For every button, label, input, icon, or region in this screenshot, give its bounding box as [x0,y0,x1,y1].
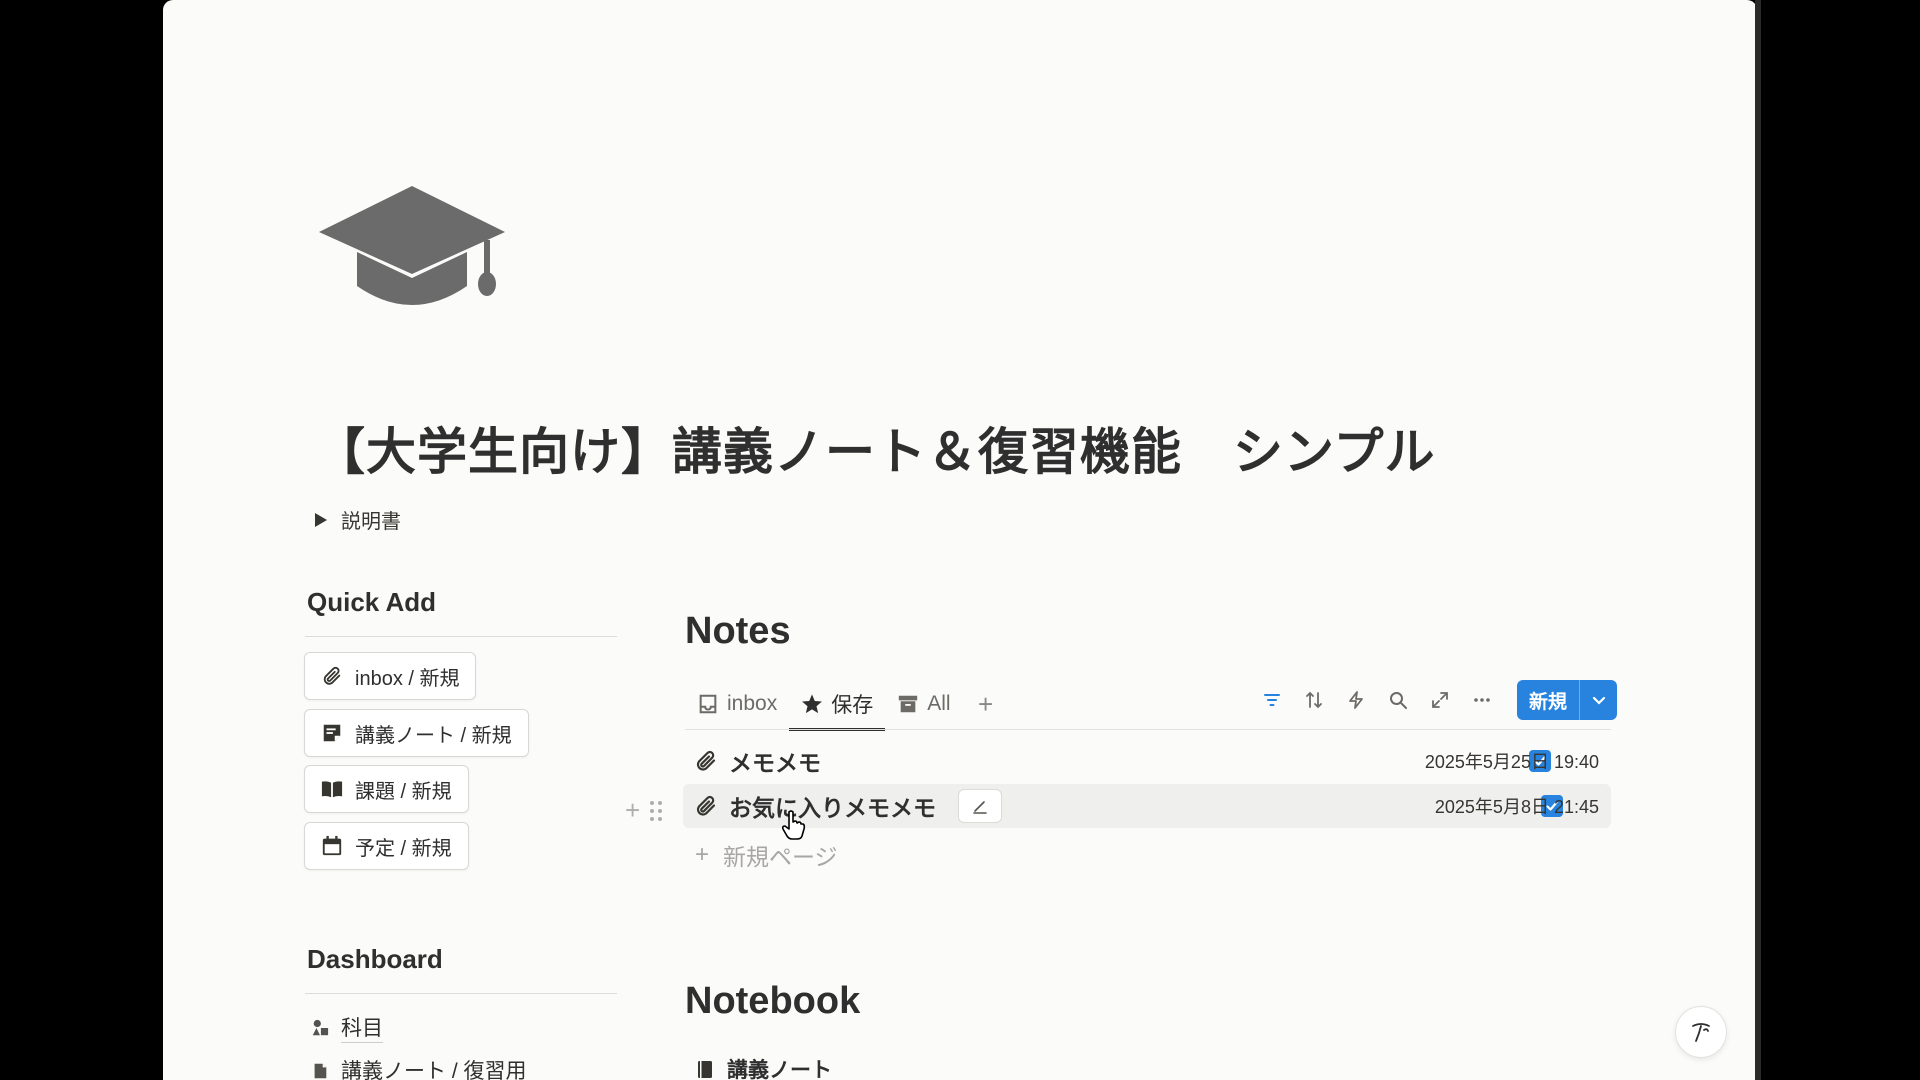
new-entry-dropdown[interactable] [1579,680,1617,720]
plus-icon: + [695,841,710,868]
graduation-cap-icon[interactable] [317,182,507,310]
tab-all[interactable]: All [885,678,962,730]
tab-saved[interactable]: 保存 [789,678,886,731]
more-button[interactable] [1465,683,1499,717]
table-row[interactable]: メモメモ 2025年5月25日 19:40 [683,739,1611,783]
expand-button[interactable] [1423,683,1457,717]
dashboard-divider [305,993,617,994]
paperclip-icon [323,666,341,685]
paperclip-icon [693,748,719,774]
dashboard-heading: Dashboard [307,944,443,974]
paperclip-icon [693,793,719,819]
table-row[interactable]: お気に入りメモメモ 2025年5月8日 21:45 [683,784,1611,828]
notes-db-title[interactable]: Notes [685,610,791,653]
tab-label: inbox [727,692,778,715]
notion-ai-icon [1692,1023,1710,1042]
dashboard-item-label: 科目 [341,1012,383,1043]
search-button[interactable] [1381,683,1415,717]
notion-page: 【大学生向け】講義ノート＆復習機能 シンプル 説明書 Quick Add inb… [163,0,1757,1080]
row-handles: + [625,795,663,826]
tabs-divider [685,729,1611,730]
star-icon [802,694,823,714]
add-row-icon[interactable]: + [625,795,640,826]
row-date: 2025年5月25日 19:40 [1424,752,1599,772]
quick-add-inbox-button[interactable]: inbox / 新規 [304,652,477,700]
calendar-icon [322,835,342,856]
filter-icon [1264,694,1280,706]
notebook-db-title[interactable]: Notebook [685,980,860,1023]
search-icon [1390,692,1407,709]
help-button[interactable] [1675,1006,1727,1058]
instructions-toggle[interactable]: 説明書 [315,505,401,534]
inbox-tray-icon [699,694,717,714]
quick-add-schedule-button[interactable]: 予定 / 新規 [304,822,469,870]
add-view-button[interactable]: + [969,687,1003,721]
tab-inbox[interactable]: inbox [685,678,789,730]
row-title[interactable]: メモメモ [729,744,821,778]
sort-icon [1306,691,1322,709]
new-entry-button-group: 新規 [1517,680,1618,720]
drag-handle-icon[interactable] [650,800,663,821]
page-title[interactable]: 【大学生向け】講義ノート＆復習機能 シンプル [315,412,1436,484]
filter-button[interactable] [1255,683,1289,717]
new-page-label: 新規ページ [723,844,838,870]
sort-button[interactable] [1297,683,1331,717]
new-entry-button[interactable]: 新規 [1517,680,1579,720]
automation-button[interactable] [1339,683,1373,717]
quick-add-label: 講義ノート / 新規 [355,724,512,747]
more-dots-icon [1474,698,1490,702]
chevron-down-icon [1592,696,1605,705]
notebook-item-label: 講義ノート [727,1059,832,1080]
triangle-right-icon[interactable] [315,512,327,527]
dashboard-item-subjects[interactable]: 科目 [311,1012,383,1043]
quick-add-divider [305,636,617,637]
quick-add-label: inbox / 新規 [355,667,460,690]
window-edge [1755,0,1761,1080]
new-page-button[interactable]: + 新規ページ [695,838,838,872]
dashboard-item-label: 講義ノート / 復習用 [341,1055,527,1080]
shapes-icon [312,1019,329,1035]
notes-view-tabs: inbox 保存 All + [685,678,1003,731]
tab-label: All [927,692,951,715]
toggle-label: 説明書 [341,511,401,533]
lightning-icon [1349,691,1363,709]
quick-add-heading: Quick Add [307,587,437,617]
tab-label: 保存 [831,694,874,717]
document-icon [314,1063,327,1078]
quick-add-lecture-note-button[interactable]: 講義ノート / 新規 [304,709,529,757]
pencil-icon [973,801,987,814]
notes-toolbar: 新規 [1255,679,1618,721]
row-title[interactable]: お気に入りメモメモ [729,789,936,823]
dashboard-item-lecture-review[interactable]: 講義ノート / 復習用 [311,1055,527,1080]
hand-cursor-icon [781,810,806,840]
quick-add-label: 課題 / 新規 [355,780,452,803]
note-icon [323,724,341,742]
open-book-icon [321,781,343,798]
expand-icon [1432,692,1448,708]
quick-add-label: 予定 / 新規 [355,837,452,860]
archive-icon [899,695,918,713]
row-date: 2025年5月8日 21:45 [1434,797,1599,817]
edit-button[interactable] [958,789,1002,823]
notebook-item-lecture-notes[interactable]: 講義ノート [695,1054,832,1080]
notebook-icon [698,1061,712,1078]
quick-add-assignment-button[interactable]: 課題 / 新規 [304,765,469,813]
